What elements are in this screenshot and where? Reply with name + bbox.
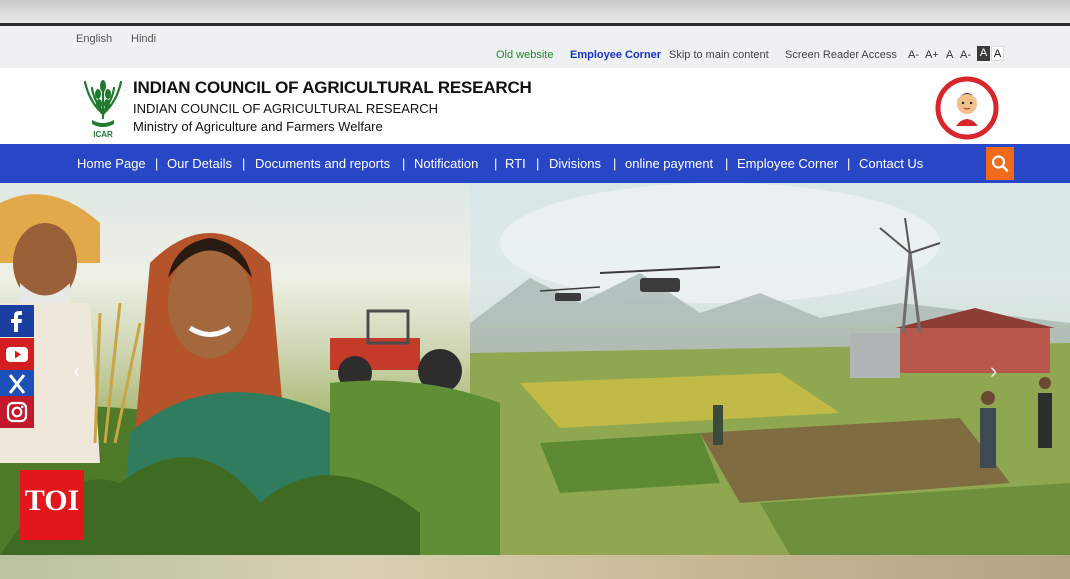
nav-separator: |	[725, 156, 729, 171]
bottom-strip	[0, 555, 1070, 579]
font-increase-button[interactable]: A+	[925, 49, 939, 61]
language-hindi[interactable]: Hindi	[131, 33, 156, 45]
nav-notification[interactable]: Notification	[414, 156, 478, 171]
icar-logo[interactable]: ICAR	[78, 74, 128, 140]
org-title: INDIAN COUNCIL OF AGRICULTURAL RESEARCH	[133, 78, 532, 97]
skip-to-content-link[interactable]: Skip to main content	[669, 49, 769, 61]
facebook-icon	[11, 311, 22, 332]
youtube-button[interactable]	[0, 338, 34, 370]
nav-our-details[interactable]: Our Details	[167, 156, 232, 171]
nav-separator: |	[402, 156, 406, 171]
nav-separator: |	[494, 156, 498, 171]
old-website-link[interactable]: Old website	[496, 49, 553, 61]
browser-top-bar	[0, 0, 1070, 26]
org-subtitle: INDIAN COUNCIL OF AGRICULTURAL RESEARCH	[133, 101, 439, 116]
carousel-prev-button[interactable]: ‹	[73, 358, 80, 384]
nav-divisions[interactable]: Divisions	[549, 156, 601, 171]
language-english[interactable]: English	[76, 33, 112, 45]
font-normal-button[interactable]: A	[946, 49, 953, 61]
font-decrease-button[interactable]: A-	[908, 49, 919, 61]
nav-separator: |	[847, 156, 851, 171]
beti-bachao-badge[interactable]	[934, 72, 1000, 142]
ministry-name: Ministry of Agriculture and Farmers Welf…	[133, 119, 383, 134]
search-icon	[991, 155, 1009, 172]
youtube-icon	[6, 347, 28, 362]
nav-rti[interactable]: RTI	[505, 156, 526, 171]
carousel-next-button[interactable]: ›	[990, 358, 997, 384]
site-header: ICAR INDIAN COUNCIL OF AGRICULTURAL RESE…	[0, 68, 1070, 144]
nav-employee-corner[interactable]: Employee Corner	[737, 156, 838, 171]
svg-text:ICAR: ICAR	[93, 130, 113, 139]
facebook-button[interactable]	[0, 305, 34, 337]
hero-illustration	[0, 183, 1070, 555]
main-navigation: Home Page | Our Details | Documents and …	[0, 144, 1070, 183]
hero-banner: ‹ ›	[0, 183, 1070, 555]
nav-home-page[interactable]: Home Page	[77, 156, 146, 171]
nav-documents-reports[interactable]: Documents and reports	[255, 156, 390, 171]
nav-separator: |	[155, 156, 159, 171]
employee-corner-link[interactable]: Employee Corner	[570, 49, 661, 61]
x-icon	[8, 374, 26, 394]
contrast-light-button[interactable]: A	[991, 46, 1004, 61]
instagram-icon	[6, 401, 28, 423]
nav-contact-us[interactable]: Contact Us	[859, 156, 923, 171]
contrast-dark-button[interactable]: A	[977, 46, 990, 61]
nav-online-payment[interactable]: online payment	[625, 156, 713, 171]
nav-separator: |	[613, 156, 617, 171]
search-button[interactable]	[986, 147, 1014, 180]
instagram-button[interactable]	[0, 396, 34, 428]
nav-separator: |	[536, 156, 540, 171]
nav-separator: |	[242, 156, 246, 171]
toi-watermark: TOI	[20, 470, 84, 540]
screen-reader-link[interactable]: Screen Reader Access	[785, 49, 897, 61]
utility-bar: English Hindi Old website Employee Corne…	[0, 26, 1070, 68]
font-small-button[interactable]: A-	[960, 49, 971, 61]
